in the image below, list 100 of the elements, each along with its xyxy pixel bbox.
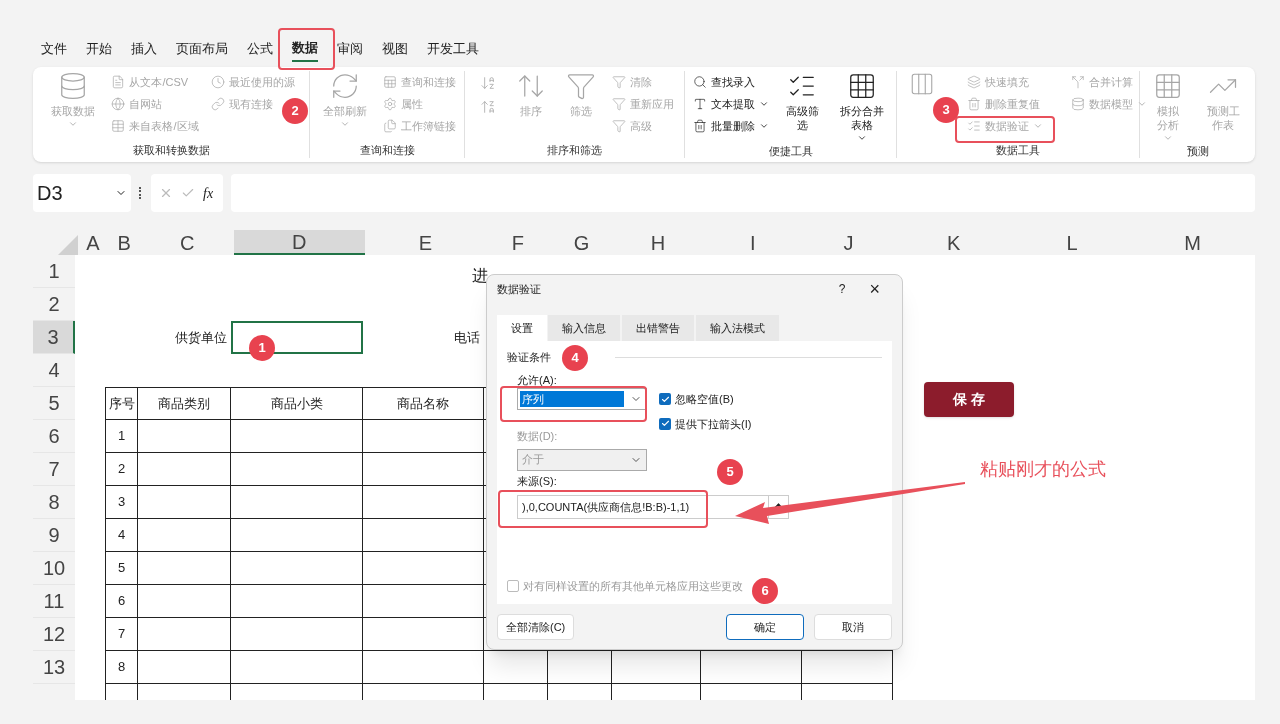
source-field[interactable]: ),0,COUNTA(供应商信息!B:B)-1,1) — [517, 495, 789, 519]
table-cell: 1 — [105, 420, 138, 453]
dialog-tab[interactable]: 出错警告 — [622, 315, 694, 341]
column-header[interactable]: C — [140, 230, 234, 255]
callout-text: 粘贴刚才的公式 — [980, 458, 1106, 481]
column-header[interactable]: I — [702, 230, 804, 255]
column-header[interactable]: L — [1013, 230, 1131, 255]
ribbon-icon — [693, 119, 707, 133]
row-header[interactable]: 9 — [33, 519, 75, 552]
help-button[interactable]: ? — [826, 280, 858, 298]
table-header: 商品类别 — [138, 387, 231, 420]
column-header[interactable]: M — [1130, 230, 1255, 255]
menu-tab[interactable]: 数据 — [292, 38, 318, 62]
close-button[interactable]: × — [857, 280, 892, 298]
dropdown-value: 序列 — [520, 390, 624, 408]
ribbon-icon — [611, 97, 626, 111]
column-header[interactable]: A — [77, 230, 108, 255]
ribbon-button[interactable]: 高级筛选 — [781, 71, 824, 133]
dialog-tab[interactable]: 输入信息 — [548, 315, 620, 341]
row-header[interactable]: 11 — [33, 585, 75, 618]
menu-tab[interactable]: 文件 — [41, 39, 67, 61]
row-header[interactable]: 3 — [33, 321, 75, 354]
field-label: 来源(S): — [517, 473, 557, 489]
row-header[interactable]: 10 — [33, 552, 75, 585]
table-cell: 5 — [105, 552, 138, 585]
group-label: 预测 — [1185, 143, 1210, 159]
table-cell: 8 — [105, 651, 138, 684]
column-header[interactable]: E — [365, 230, 486, 255]
source-input[interactable]: ),0,COUNTA(供应商信息!B:B)-1,1) — [518, 496, 696, 518]
field-label: 允许(A): — [517, 372, 558, 388]
dialog-button[interactable]: 全部清除(C) — [497, 614, 575, 640]
menu-tab[interactable]: 插入 — [131, 39, 157, 61]
row-header[interactable]: 13 — [33, 651, 75, 684]
row-header[interactable]: 12 — [33, 618, 75, 651]
menu-tab[interactable]: 页面布局 — [176, 39, 228, 61]
ribbon-button[interactable]: 拆分合并表格 — [835, 71, 888, 143]
dropdown-value: 介于 — [521, 452, 545, 468]
ribbon-icon — [693, 97, 707, 111]
checkbox[interactable] — [659, 393, 671, 406]
group-label: 获取和转换数据 — [131, 142, 211, 158]
table-cell — [484, 651, 548, 684]
ribbon-icon — [382, 75, 397, 89]
ribbon-icon — [1071, 97, 1085, 111]
row-header[interactable]: 1 — [33, 255, 75, 288]
menu-tab[interactable]: 开发工具 — [427, 39, 479, 61]
menu-tab[interactable]: 审阅 — [337, 39, 363, 61]
active-cell[interactable] — [231, 321, 363, 354]
dialog-tab[interactable]: 输入法模式 — [696, 315, 779, 341]
dropdown-field[interactable]: 序列 — [517, 388, 647, 410]
sort-icon — [479, 99, 496, 115]
ribbon-icon — [693, 75, 707, 89]
fx-label[interactable]: fx — [203, 182, 214, 204]
row-header[interactable]: 4 — [33, 354, 75, 387]
column-header[interactable]: J — [803, 230, 894, 255]
row-header[interactable]: 6 — [33, 420, 75, 453]
menu-tab[interactable]: 开始 — [86, 39, 112, 61]
group-label: 数据工具 — [995, 142, 1041, 158]
ribbon-button[interactable]: 文本提取 — [693, 93, 769, 115]
cell-text: 供货单位 — [174, 328, 228, 347]
ribbon-icon — [611, 119, 626, 133]
column-header[interactable]: D — [233, 230, 366, 255]
ribbon-icon — [111, 97, 126, 111]
more-icon — [139, 187, 143, 199]
ribbon-icon — [967, 119, 981, 133]
dialog-button[interactable]: 确定 — [726, 614, 804, 640]
menu-tab[interactable]: 视图 — [382, 39, 408, 61]
checkbox-label: 对有同样设置的所有其他单元格应用这些更改 — [523, 578, 743, 594]
check-icon[interactable] — [181, 186, 195, 200]
ribbon-icon — [565, 71, 596, 101]
row-header[interactable]: 2 — [33, 288, 75, 321]
column-header[interactable]: K — [893, 230, 1014, 255]
column-header[interactable]: F — [485, 230, 550, 255]
table-header: 序号 — [105, 387, 138, 420]
row-header[interactable]: 7 — [33, 453, 75, 486]
column-header[interactable]: B — [107, 230, 141, 255]
ribbon-icon — [111, 119, 126, 133]
highlight-frame — [278, 28, 335, 70]
save-button[interactable]: 保 存 — [924, 382, 1014, 417]
table-cell — [548, 651, 612, 684]
sheet-title: 进 — [472, 266, 488, 286]
table-cell: 3 — [105, 486, 138, 519]
ribbon-icon — [382, 97, 397, 111]
checkbox[interactable] — [659, 417, 671, 430]
row-header[interactable]: 5 — [33, 387, 75, 420]
dialog-button[interactable]: 取消 — [814, 614, 892, 640]
ribbon-button[interactable]: 批量删除 — [693, 115, 769, 137]
dialog-title: 数据验证 — [497, 281, 542, 297]
close-icon[interactable] — [159, 186, 173, 200]
menu-tab[interactable]: 公式 — [247, 39, 273, 61]
group-label: 查询和连接 — [358, 142, 416, 158]
ribbon-icon — [210, 75, 225, 89]
column-header[interactable]: G — [549, 230, 614, 255]
ribbon-button[interactable]: 查找录入 — [693, 71, 755, 93]
table-header: 商品小类 — [231, 387, 363, 420]
column-header[interactable]: H — [613, 230, 703, 255]
section-label: 验证条件 — [507, 350, 551, 365]
row-header[interactable]: 8 — [33, 486, 75, 519]
dialog-tab[interactable]: 设置 — [497, 315, 547, 341]
name-box[interactable]: D3 — [33, 174, 131, 212]
table-cell: 2 — [105, 453, 138, 486]
